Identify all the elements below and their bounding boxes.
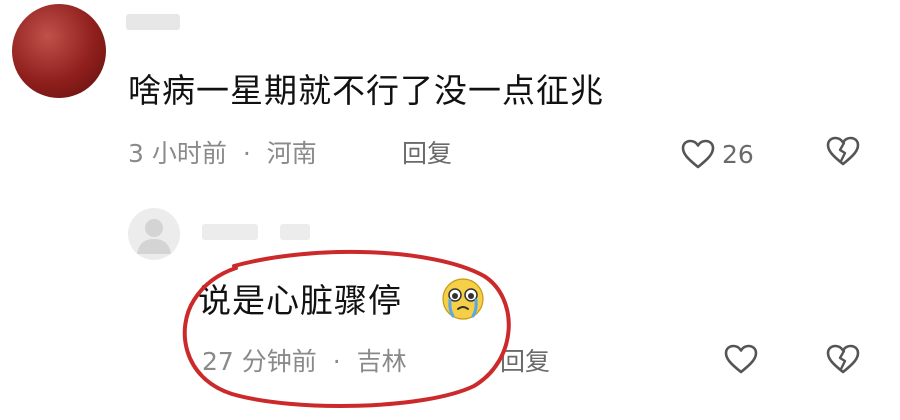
avatar[interactable] [12, 4, 106, 98]
reply-button[interactable]: 回复 [402, 136, 452, 172]
default-avatar-icon [137, 219, 171, 254]
comment-text: 啥病一星期就不行了没一点征兆 [128, 71, 604, 110]
blurred-username[interactable] [202, 224, 258, 240]
dislike-button[interactable] [824, 134, 862, 172]
heart-icon [681, 139, 715, 169]
blurred-username-tag [280, 224, 310, 240]
blurred-username[interactable] [126, 14, 180, 30]
comment-meta: 3 小时前 · 河南 [128, 136, 317, 172]
dislike-button[interactable] [824, 342, 862, 380]
like-button[interactable] [722, 342, 760, 380]
heart-icon [724, 344, 758, 374]
broken-heart-icon [826, 344, 860, 374]
comment-location: 河南 [266, 139, 317, 168]
like-button[interactable]: 26 [680, 136, 754, 172]
broken-heart-icon [826, 136, 860, 166]
highlight-ellipse [182, 249, 511, 408]
reply-avatar[interactable] [128, 208, 180, 260]
like-count: 26 [722, 139, 754, 169]
comment-time: 3 小时前 [128, 139, 227, 168]
meta-separator: · [242, 139, 251, 168]
